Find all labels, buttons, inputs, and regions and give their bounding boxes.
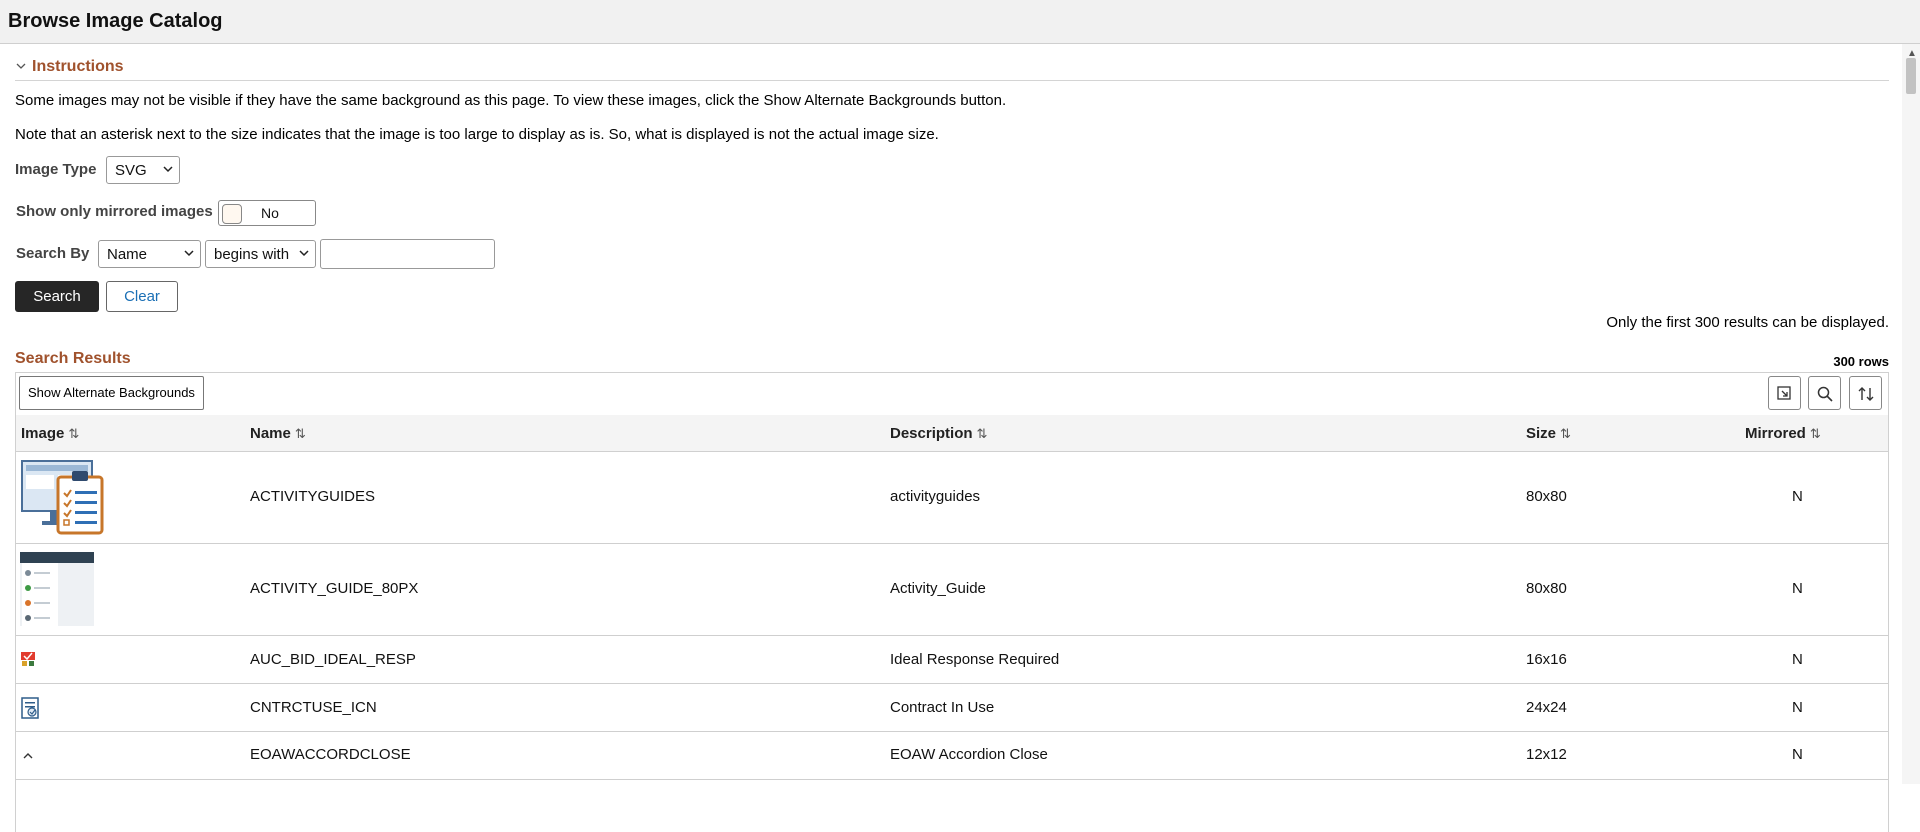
row-mirrored: N [1792,651,1803,668]
row-size: 12x12 [1526,746,1567,763]
row-description: Ideal Response Required [890,651,1060,668]
row-mirrored: N [1792,699,1803,716]
sort-icon: ⇅ [68,426,80,441]
sort-icon [1858,387,1874,401]
contract-in-use-icon [21,697,39,719]
table-row[interactable]: ACTIVITY_GUIDE_80PX Activity_Guide 80x80… [16,544,1888,636]
search-by-field-value: Name [107,246,148,263]
page-title: Browse Image Catalog [8,10,223,32]
column-header-name-label: Name [250,425,291,442]
row-name: AUC_BID_IDEAL_RESP [250,651,416,668]
row-name: EOAWACCORDCLOSE [250,746,411,763]
row-mirrored: N [1792,746,1803,763]
grid-search-button[interactable] [1808,376,1841,410]
image-type-select[interactable]: SVG [106,156,180,184]
sort-button[interactable] [1849,376,1882,410]
column-header-image-label: Image [21,425,65,442]
row-size: 80x80 [1526,488,1567,505]
search-text-input[interactable] [320,239,495,269]
clipboard-checklist-icon [21,460,104,535]
row-count: 300 rows [1833,354,1889,369]
mirrored-toggle[interactable]: No [218,200,316,226]
image-type-label: Image Type [15,161,97,178]
table-row[interactable]: EOAWACCORDCLOSE EOAW Accordion Close 12x… [16,732,1888,780]
chevron-down-icon [163,166,173,173]
activity-guide-list-icon [20,552,94,626]
export-button[interactable] [1768,376,1801,410]
chevron-down-icon [16,63,26,69]
row-size: 80x80 [1526,580,1567,597]
search-operator-value: begins with [214,246,290,263]
table-header: Image ⇅ Name ⇅ Description ⇅ Size ⇅ Mirrored… [16,415,1888,452]
row-mirrored: N [1792,488,1803,505]
title-bar: Browse Image Catalog [0,0,1920,44]
row-description: activityguides [890,488,981,505]
row-mirrored: N [1792,580,1803,597]
column-header-description[interactable]: Description ⇅ [890,425,987,442]
sort-icon: ⇅ [1560,426,1571,441]
search-icon [1817,386,1833,402]
instructions-text-2: Note that an asterisk next to the size i… [15,126,939,143]
ideal-response-icon [21,652,35,666]
search-by-label: Search By [16,245,90,262]
row-size: 24x24 [1526,699,1567,716]
chevron-up-icon [23,753,33,759]
table-row[interactable]: CNTRCTUSE_ICN Contract In Use 24x24 N [16,684,1888,732]
show-alternate-backgrounds-button[interactable]: Show Alternate Backgrounds [19,376,204,410]
search-by-field-select[interactable]: Name [98,240,201,268]
mirrored-toggle-value: No [261,205,279,221]
row-description: EOAW Accordion Close [890,746,1048,763]
table-row[interactable]: ACTIVITYGUIDES activityguides 80x80 N [16,451,1888,544]
results-grid: Show Alternate Backgrounds Image ⇅ Name … [15,372,1889,832]
instructions-section-header[interactable]: Instructions [15,58,1889,81]
results-limit-note: Only the first 300 results can be displa… [1606,314,1889,331]
column-header-image[interactable]: Image ⇅ [21,425,79,442]
sort-icon: ⇅ [294,426,306,441]
search-operator-select[interactable]: begins with [205,240,316,268]
sort-icon: ⇅ [976,426,988,441]
instructions-heading: Instructions [32,58,124,75]
sort-icon: ⇅ [1809,426,1821,441]
row-description: Contract In Use [890,699,995,716]
column-header-mirrored[interactable]: Mirrored ⇅ [1745,425,1821,442]
grid-toolbar: Show Alternate Backgrounds [16,373,1888,416]
table-row[interactable]: AUC_BID_IDEAL_RESP Ideal Response Requir… [16,636,1888,684]
column-header-size[interactable]: Size ⇅ [1526,425,1571,442]
clear-button[interactable]: Clear [106,281,178,312]
row-name: CNTRCTUSE_ICN [250,699,377,716]
row-name: ACTIVITY_GUIDE_80PX [250,580,419,597]
chevron-down-icon [184,250,194,257]
search-button[interactable]: Search [15,281,99,312]
column-header-name[interactable]: Name ⇅ [250,425,306,442]
scrollbar-thumb[interactable] [1906,58,1916,94]
instructions-text-1: Some images may not be visible if they h… [15,92,1007,109]
row-description: Activity_Guide [890,580,986,597]
column-header-size-label: Size [1526,425,1557,442]
export-icon [1777,386,1791,400]
toggle-knob [222,204,242,224]
search-results-heading: Search Results [15,350,131,367]
vertical-scrollbar[interactable]: ▲ [1902,44,1920,784]
mirrored-label: Show only mirrored images [16,203,213,220]
row-size: 16x16 [1526,651,1567,668]
column-header-mirrored-label: Mirrored [1745,425,1806,442]
row-name: ACTIVITYGUIDES [250,488,376,505]
chevron-down-icon [299,250,309,257]
column-header-description-label: Description [890,425,973,442]
image-type-value: SVG [115,162,147,179]
